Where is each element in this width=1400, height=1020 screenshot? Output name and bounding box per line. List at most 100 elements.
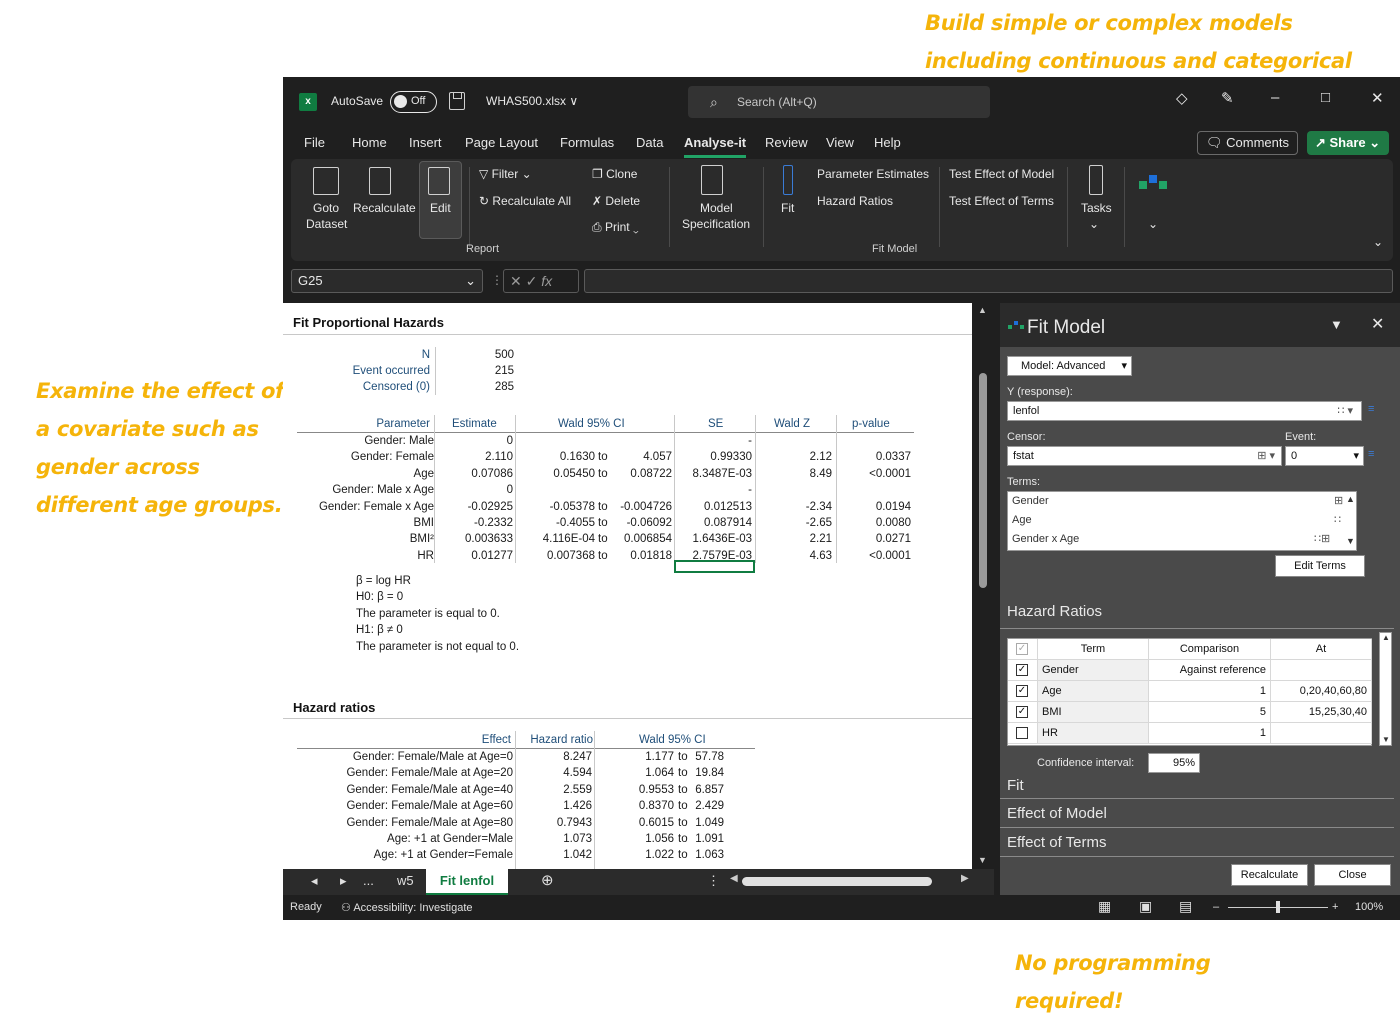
hr-grid-at[interactable] xyxy=(1271,660,1372,681)
scroll-left-icon[interactable]: ◀ xyxy=(730,873,738,884)
close-icon[interactable]: ✕ xyxy=(1371,89,1384,107)
hr-grid-comparison[interactable]: 1 xyxy=(1149,723,1271,744)
zoom-slider-thumb[interactable] xyxy=(1276,901,1280,913)
terms-scroll-up-icon[interactable]: ▲ xyxy=(1346,494,1355,504)
tab-prev-icon[interactable]: ◂ xyxy=(311,873,318,889)
close-button[interactable]: Close xyxy=(1314,864,1391,886)
terms-list[interactable]: Gender Age Gender x Age ⊞ ∷ ∷⊞ ▲ ▼ xyxy=(1007,491,1357,551)
edit-terms-button[interactable]: Edit Terms xyxy=(1275,555,1365,577)
worksheet[interactable]: Fit Proportional Hazards N 500 Event occ… xyxy=(283,303,972,869)
hazard-ratios-section[interactable]: Hazard Ratios xyxy=(1000,603,1394,620)
zoom-out-icon[interactable]: – xyxy=(1213,901,1219,913)
menu-formulas[interactable]: Formulas xyxy=(560,135,614,150)
term-checkbox[interactable]: ✓ xyxy=(1016,706,1028,718)
clone-button[interactable]: ❐ Clone xyxy=(592,167,637,181)
search-input[interactable]: ⌕ Search (Alt+Q) xyxy=(688,86,990,118)
vertical-scrollbar[interactable]: ▲ ▼ xyxy=(972,303,994,869)
fit-section[interactable]: Fit xyxy=(1000,777,1394,794)
terms-scroll-down-icon[interactable]: ▼ xyxy=(1346,536,1355,546)
page-break-view-icon[interactable]: ▤ xyxy=(1179,898,1192,915)
recalculate-button[interactable]: Recalculate xyxy=(1231,864,1308,886)
pen-icon[interactable]: ✎ xyxy=(1221,89,1234,107)
hazard-ratios-button[interactable]: Hazard Ratios xyxy=(817,194,893,208)
hr-grid-at[interactable] xyxy=(1271,723,1372,744)
term-item[interactable]: Age xyxy=(1012,514,1032,526)
page-layout-view-icon[interactable]: ▣ xyxy=(1139,898,1152,915)
logo-chevron-icon[interactable]: ⌄ xyxy=(1148,217,1158,231)
y-response-handle-icon[interactable]: ≡ xyxy=(1368,403,1374,415)
model-specification-button[interactable]: Model xyxy=(700,201,733,215)
scroll-right-icon[interactable]: ▶ xyxy=(961,873,969,884)
add-sheet-icon[interactable]: ⊕ xyxy=(541,871,554,889)
menu-insert[interactable]: Insert xyxy=(409,135,442,150)
comments-button[interactable]: 🗨 Comments xyxy=(1197,131,1298,155)
zoom-level[interactable]: 100% xyxy=(1355,901,1383,913)
hr-scroll-up-icon[interactable]: ▲ xyxy=(1382,633,1390,642)
hr-grid-comparison[interactable]: Against reference xyxy=(1149,660,1271,681)
test-effect-terms-button[interactable]: Test Effect of Terms xyxy=(949,194,1054,208)
accessibility-status[interactable]: ⚇ Accessibility: Investigate xyxy=(341,901,473,914)
name-box[interactable]: G25 ⌄ xyxy=(291,269,483,293)
maximize-icon[interactable]: □ xyxy=(1321,89,1330,106)
parameter-estimates-button[interactable]: Parameter Estimates xyxy=(817,167,929,181)
menu-home[interactable]: Home xyxy=(352,135,387,150)
event-select[interactable]: 0 ▾ xyxy=(1285,446,1364,466)
y-response-field[interactable]: lenfol ∷ ▾ xyxy=(1007,401,1362,421)
continuous-type-icon[interactable]: ∷ ▾ xyxy=(1337,402,1353,420)
h-scroll-thumb[interactable] xyxy=(742,877,932,886)
hr-scroll-down-icon[interactable]: ▼ xyxy=(1382,735,1390,744)
menu-analyse-it[interactable]: Analyse-it xyxy=(684,135,747,158)
hr-grid-at[interactable]: 15,25,30,40 xyxy=(1271,702,1372,723)
recalculate-all-button[interactable]: ↻ Recalculate All xyxy=(479,194,571,208)
effect-of-terms-section[interactable]: Effect of Terms xyxy=(1000,834,1394,851)
selected-cell[interactable] xyxy=(674,560,755,573)
menu-file[interactable]: File xyxy=(304,135,325,150)
hr-grid-comparison[interactable]: 1 xyxy=(1149,681,1271,702)
print-button[interactable]: ⎙ Print ⌄ xyxy=(592,220,639,235)
fx-icon[interactable]: fx xyxy=(541,273,552,289)
tasks-button[interactable]: Tasks xyxy=(1081,201,1112,215)
tasks-chevron-icon[interactable]: ⌄ xyxy=(1089,217,1099,231)
edit-button[interactable]: Edit xyxy=(430,201,451,215)
fit-button[interactable]: Fit xyxy=(781,201,794,215)
formula-input[interactable] xyxy=(584,269,1393,293)
menu-view[interactable]: View xyxy=(826,135,854,150)
scroll-thumb[interactable] xyxy=(979,373,987,588)
hr-grid-comparison[interactable]: 5 xyxy=(1149,702,1271,723)
tabs-divider-icon[interactable]: ⋮ xyxy=(707,873,720,889)
diamond-icon[interactable]: ◇ xyxy=(1176,89,1188,107)
term-checkbox[interactable]: ✓ xyxy=(1016,685,1028,697)
tab-more[interactable]: ... xyxy=(363,873,374,888)
pane-close-icon[interactable]: ✕ xyxy=(1371,314,1384,334)
term-checkbox[interactable]: ✓ xyxy=(1016,664,1028,676)
filter-button[interactable]: ▽ Filter ⌄ xyxy=(479,167,532,181)
term-item[interactable]: Gender x Age xyxy=(1012,533,1079,545)
zoom-in-icon[interactable]: + xyxy=(1332,901,1338,913)
select-all-checkbox[interactable]: ✓ xyxy=(1016,643,1028,655)
share-button[interactable]: ↗ Share ⌄ xyxy=(1307,131,1389,155)
normal-view-icon[interactable]: ▦ xyxy=(1098,898,1111,915)
test-effect-model-button[interactable]: Test Effect of Model xyxy=(949,167,1054,181)
categorical-type-icon[interactable]: ⊞ ▾ xyxy=(1257,447,1275,465)
minimize-icon[interactable]: – xyxy=(1271,89,1279,106)
tab-w5[interactable]: w5 xyxy=(397,873,414,888)
menu-page-layout[interactable]: Page Layout xyxy=(465,135,538,150)
menu-help[interactable]: Help xyxy=(874,135,901,150)
save-icon[interactable] xyxy=(449,92,465,110)
file-name[interactable]: WHAS500.xlsx ∨ xyxy=(486,94,578,108)
hr-grid-select-all[interactable]: ✓ xyxy=(1008,639,1038,660)
term-item[interactable]: Gender xyxy=(1012,495,1049,507)
tab-next-icon[interactable]: ▸ xyxy=(340,873,347,889)
delete-button[interactable]: ✗ Delete xyxy=(592,194,640,208)
autosave-toggle[interactable]: Off xyxy=(390,91,437,113)
model-select[interactable]: Model: Advanced ▾ xyxy=(1007,356,1132,376)
confidence-interval-field[interactable]: 95% xyxy=(1148,753,1200,773)
pane-options-icon[interactable]: ▼ xyxy=(1330,317,1343,332)
scroll-up-icon[interactable]: ▲ xyxy=(978,305,987,315)
scroll-down-icon[interactable]: ▼ xyxy=(978,855,987,865)
menu-data[interactable]: Data xyxy=(636,135,663,150)
goto-dataset-button[interactable]: Goto xyxy=(313,201,339,215)
menu-review[interactable]: Review xyxy=(765,135,808,150)
horizontal-scrollbar[interactable]: ◀ ▶ xyxy=(730,873,969,888)
censor-field[interactable]: fstat ⊞ ▾ xyxy=(1007,446,1282,466)
